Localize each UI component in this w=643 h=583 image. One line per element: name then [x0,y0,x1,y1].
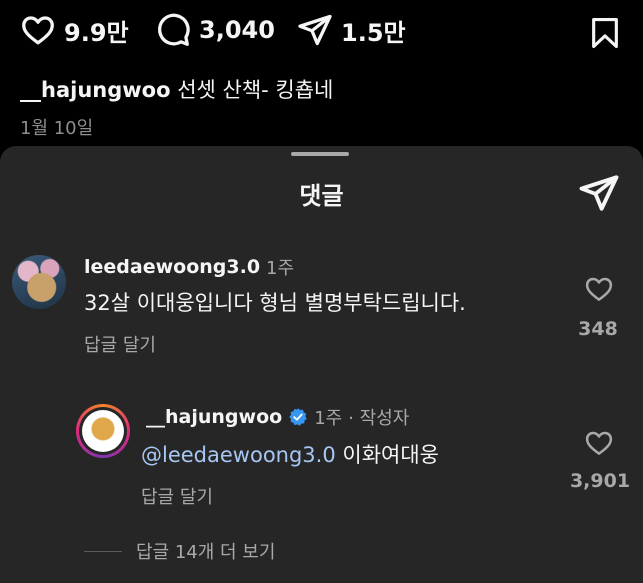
share-count: 1.5만 [341,18,406,47]
comment-username[interactable]: leedaewoong3.0 [84,256,260,278]
post-caption: __hajungwoo 선셋 산책- 킹춉네 [20,74,333,104]
heart-icon[interactable] [584,428,614,458]
more-replies-label: 답글 14개 더 보기 [136,542,276,563]
comment-like-count: 348 [578,318,618,340]
reply-button[interactable]: 답글 달기 [84,331,156,357]
verified-badge-icon [289,408,307,426]
comment-text: 32살 이대웅입니다 형님 별명부탁드립니다. [84,291,466,315]
drag-handle[interactable] [291,152,349,156]
paper-plane-icon [298,14,332,46]
comment-text: @leedaewoong3.0 이화여대웅 [141,439,439,469]
reply-button[interactable]: 답글 달기 [141,483,213,509]
comment-time: 1주 [314,408,343,429]
post-date: 1월 10일 [20,118,94,139]
comment-count: 3,040 [199,16,275,44]
author-tag: · 작성자 [348,408,410,429]
comments-sheet: 댓글 leedaewoong3.0 1주 32살 이대웅입니다 형님 별명부탁드… [0,146,643,583]
divider [84,550,122,552]
like-count: 9.9만 [64,18,129,47]
like-button[interactable]: 9.9만 [20,12,129,48]
paper-plane-icon[interactable] [578,172,620,214]
comment-body: 이화여대웅 [335,443,439,467]
comment-time: 1주 [266,258,295,279]
comment-button[interactable]: 3,040 [155,12,275,48]
share-button[interactable]: 1.5만 [297,12,406,48]
caption-text: 선셋 산책- 킹춉네 [177,78,334,102]
comment-like-count: 3,901 [569,470,631,492]
avatar[interactable] [76,404,130,458]
bookmark-icon[interactable] [588,16,622,50]
avatar[interactable] [12,255,66,309]
comment-header: leedaewoong3.0 1주 [84,254,294,280]
comment-bubble-icon [157,13,190,46]
view-more-replies-button[interactable]: 답글 14개 더 보기 [84,538,275,564]
heart-icon [22,16,54,45]
sheet-title: 댓글 [299,182,344,210]
mention-link[interactable]: @leedaewoong3.0 [141,443,336,467]
heart-icon[interactable] [584,274,614,304]
caption-username[interactable]: __hajungwoo [20,78,171,102]
comment-header: __hajungwoo 1주 · 작성자 [146,404,409,430]
comment-username[interactable]: __hajungwoo [146,406,282,428]
post-action-bar: 9.9만 3,040 1.5만 [0,0,643,66]
